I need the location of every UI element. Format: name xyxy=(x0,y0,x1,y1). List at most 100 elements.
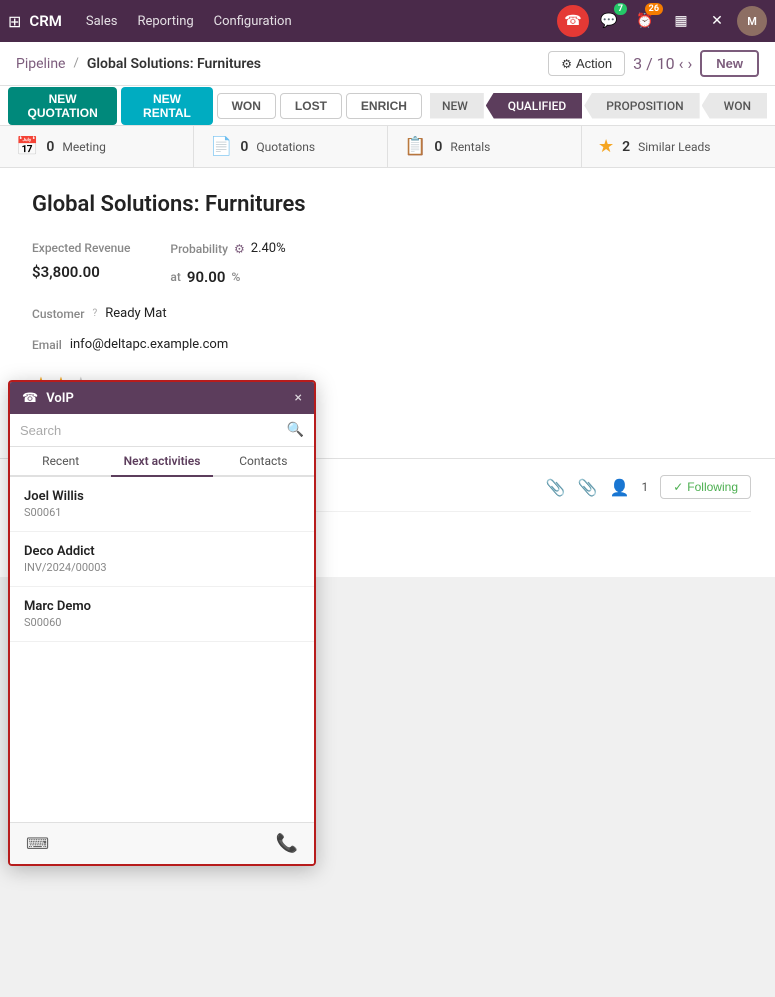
check-icon: ✓ xyxy=(673,480,683,494)
stage-new[interactable]: NEW xyxy=(430,93,484,119)
prev-record-button[interactable]: ‹ xyxy=(679,54,684,73)
contact-sub-3: S00060 xyxy=(24,616,300,629)
stage-won[interactable]: WON xyxy=(702,93,767,119)
probability-gear-icon[interactable]: ⚙ xyxy=(234,242,245,256)
voip-empty-area xyxy=(10,642,314,822)
contact-name-3: Marc Demo xyxy=(24,599,300,614)
customer-label: Customer xyxy=(32,303,84,325)
calendar-icon: 📅 xyxy=(16,136,38,157)
breadcrumb-bar: Pipeline / Global Solutions: Furnitures … xyxy=(0,42,775,86)
new-quotation-button[interactable]: NEW QUOTATION xyxy=(8,87,117,125)
metric-quotations[interactable]: 📄 0 Quotations xyxy=(194,126,388,167)
nav-configuration[interactable]: Configuration xyxy=(206,10,300,33)
metric-similar-leads[interactable]: ★ 2 Similar Leads xyxy=(582,126,775,167)
voip-tab-next-activities[interactable]: Next activities xyxy=(111,447,212,477)
email-label: Email xyxy=(32,334,62,356)
probability-pct[interactable]: 90.00 xyxy=(187,264,226,290)
call-icon[interactable]: 📞 xyxy=(276,833,298,854)
rental-label: Rentals xyxy=(450,140,490,154)
voip-list-item[interactable]: Deco Addict INV/2024/00003 xyxy=(10,532,314,587)
nav-reporting[interactable]: Reporting xyxy=(129,10,201,33)
next-record-button[interactable]: › xyxy=(687,54,692,73)
top-navigation: ⊞ CRM Sales Reporting Configuration ☎ 💬 … xyxy=(0,0,775,42)
chat-badge: 7 xyxy=(614,3,627,15)
wrench-icon: ✕ xyxy=(711,13,723,29)
grid-view-button[interactable]: ▦ xyxy=(665,5,697,37)
voip-panel: ☎ VoIP × 🔍 Recent Next activities Contac… xyxy=(8,380,316,866)
record-title: Global Solutions: Furnitures xyxy=(32,192,743,217)
avatar[interactable]: M xyxy=(737,6,767,36)
contact-name-1: Joel Willis xyxy=(24,489,300,504)
customer-value[interactable]: Ready Mat xyxy=(105,302,166,325)
rental-count: 0 xyxy=(434,139,442,155)
enrich-button[interactable]: ENRICH xyxy=(346,93,422,119)
chat-icon: 💬 xyxy=(600,13,617,29)
rental-icon: 📋 xyxy=(404,136,426,157)
pct-symbol: % xyxy=(231,266,240,288)
metric-meeting[interactable]: 📅 0 Meeting xyxy=(0,126,194,167)
voip-header-icon: ☎ xyxy=(22,391,38,406)
app-name[interactable]: CRM xyxy=(29,12,61,30)
metric-rentals[interactable]: 📋 0 Rentals xyxy=(388,126,582,167)
quotation-label: Quotations xyxy=(256,140,315,154)
voip-tab-recent[interactable]: Recent xyxy=(10,447,111,477)
keyboard-icon[interactable]: ⌨ xyxy=(26,834,49,853)
action-button[interactable]: ⚙ Action xyxy=(548,51,625,76)
app-grid-icon[interactable]: ⊞ xyxy=(8,12,21,31)
lost-button[interactable]: LOST xyxy=(280,93,342,119)
metrics-bar: 📅 0 Meeting 📄 0 Quotations 📋 0 Rentals ★… xyxy=(0,126,775,168)
voip-button[interactable]: ☎ xyxy=(557,5,589,37)
nav-sales[interactable]: Sales xyxy=(78,10,126,33)
follower-count: 1 xyxy=(641,480,648,494)
grid-icon: ▦ xyxy=(674,13,687,29)
search-icon: 🔍 xyxy=(287,422,304,438)
attach-icon[interactable]: 📎 xyxy=(546,478,566,497)
contact-sub-2: INV/2024/00003 xyxy=(24,561,300,574)
voip-footer: ⌨ 📞 xyxy=(10,822,314,864)
stage-proposition[interactable]: PROPOSITION xyxy=(584,93,699,119)
quotation-count: 0 xyxy=(240,139,248,155)
breadcrumb-separator: / xyxy=(74,56,79,71)
probability-label: Probability xyxy=(170,238,228,260)
voip-header: ☎ VoIP × xyxy=(10,382,314,414)
contact-name-2: Deco Addict xyxy=(24,544,300,559)
voip-contact-list: Joel Willis S00061 Deco Addict INV/2024/… xyxy=(10,477,314,822)
record-position: 3 / 10 xyxy=(633,54,675,73)
won-button[interactable]: WON xyxy=(217,93,276,119)
customer-help-icon[interactable]: ? xyxy=(92,308,97,319)
probability-value: 2.40% xyxy=(251,237,286,260)
stage-bar: NEW QUOTATION NEW RENTAL WON LOST ENRICH… xyxy=(0,86,775,126)
stage-qualified[interactable]: QUALIFIED xyxy=(486,93,582,119)
email-value[interactable]: info@deltapc.example.com xyxy=(70,333,228,356)
similar-leads-label: Similar Leads xyxy=(638,140,710,154)
star-icon: ★ xyxy=(598,136,614,157)
breadcrumb-parent[interactable]: Pipeline xyxy=(16,56,66,72)
voip-icon: ☎ xyxy=(564,13,581,29)
expected-revenue-value[interactable]: $3,800.00 xyxy=(32,259,130,285)
voip-tab-contacts[interactable]: Contacts xyxy=(213,447,314,477)
activity-button[interactable]: ⏰ 26 xyxy=(629,5,661,37)
chat-button[interactable]: 💬 7 xyxy=(593,5,625,37)
voip-panel-title: VoIP xyxy=(46,391,286,406)
following-label: Following xyxy=(687,480,738,494)
record-navigation: 3 / 10 ‹ › xyxy=(633,54,692,73)
voip-tabs: Recent Next activities Contacts xyxy=(10,447,314,477)
action-label: Action xyxy=(576,56,612,71)
voip-list-item[interactable]: Joel Willis S00061 xyxy=(10,477,314,532)
new-rental-button[interactable]: NEW RENTAL xyxy=(121,87,212,125)
meeting-count: 0 xyxy=(46,139,54,155)
similar-leads-count: 2 xyxy=(622,139,630,155)
voip-search-input[interactable] xyxy=(20,423,281,438)
voip-close-button[interactable]: × xyxy=(295,390,302,406)
pipeline-stages: NEW QUALIFIED PROPOSITION WON xyxy=(430,93,767,119)
activity-badge: 26 xyxy=(645,3,663,15)
quotation-icon: 📄 xyxy=(210,136,232,157)
contact-sub-1: S00061 xyxy=(24,506,300,519)
voip-search-bar: 🔍 xyxy=(10,414,314,447)
settings-button[interactable]: ✕ xyxy=(701,5,733,37)
following-button[interactable]: ✓ Following xyxy=(660,475,751,499)
clip-icon[interactable]: 📎 xyxy=(578,478,598,497)
follower-count-icon: 👤 xyxy=(610,478,630,497)
new-button[interactable]: New xyxy=(700,50,759,77)
voip-list-item[interactable]: Marc Demo S00060 xyxy=(10,587,314,642)
